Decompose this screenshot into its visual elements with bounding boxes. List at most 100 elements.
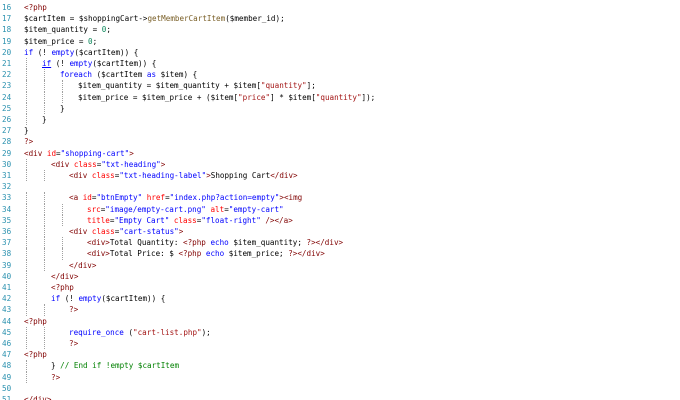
code-line[interactable]: 35 title="Empty Cart" class="float-right"… — [0, 214, 680, 226]
code-line[interactable]: 22 foreach ($cartItem as $item) { — [0, 69, 680, 81]
code-token: "price" — [238, 92, 271, 102]
code-line[interactable]: 48} // End if !empty $cartItem — [0, 360, 680, 372]
indent-guide — [26, 304, 27, 316]
code-line[interactable]: 45 require_once ("cart-list.php"); — [0, 326, 680, 338]
code-token: href — [146, 193, 166, 203]
code-token: = — [142, 81, 156, 91]
line-number: 33 — [2, 193, 12, 203]
code-line[interactable]: 33 <a id="btnEmpty" href="index.php?actio… — [0, 192, 680, 204]
code-text: <div class="cart-status"> — [69, 226, 183, 237]
code-token: <div — [69, 171, 88, 180]
code-line[interactable]: 31 <div class="txt-heading-label">Shoppin… — [0, 170, 680, 182]
code-line[interactable]: 17 $cartItem = $shoppingCart->getMemberCa… — [0, 13, 680, 24]
code-token: <div — [51, 159, 70, 169]
code-token: title — [87, 215, 110, 225]
code-line[interactable]: 24 $item_price = $item_price + ($item["pr… — [0, 91, 680, 103]
code-token: src — [87, 204, 101, 214]
code-token: foreach — [60, 70, 93, 80]
code-token: require_once — [69, 327, 124, 337]
code-token: <?php — [24, 3, 47, 12]
code-token: <div> — [87, 238, 110, 248]
code-line[interactable]: 30 <div class="txt-heading"> — [0, 158, 680, 170]
code-text: $item_price = 0; — [24, 36, 97, 47]
code-line[interactable]: 34 src="image/empty-cart.png" alt="empty-… — [0, 203, 680, 215]
code-line[interactable]: 47 <?php — [0, 349, 680, 360]
indent-guide — [26, 80, 27, 92]
code-token: "quantity" — [315, 92, 362, 102]
line-number: 39 — [2, 260, 12, 270]
code-token: <?php — [178, 249, 202, 259]
code-line[interactable]: 32 — [0, 181, 680, 192]
code-line[interactable]: 38 <div>Total Price: $ <?php echo $item_p… — [0, 248, 680, 260]
code-line[interactable]: 42 if (! empty($cartItem)) { — [0, 293, 680, 305]
code-token: if — [51, 294, 61, 304]
code-token: /></a> — [265, 215, 293, 225]
code-token: "image/empty-cart.png" — [105, 204, 206, 214]
line-number: 32 — [2, 182, 12, 192]
indent-guide — [26, 259, 27, 271]
code-line[interactable]: 21 if (! empty($cartItem)) { — [0, 58, 680, 70]
line-number: 16 — [2, 3, 12, 12]
code-token: "index.php?action=empty" — [169, 193, 280, 203]
code-line[interactable]: 36 <div class="cart-status"> — [0, 226, 680, 238]
code-text: } — [24, 125, 29, 136]
line-number: 43 — [2, 305, 12, 315]
code-line[interactable]: 39 </div> — [0, 259, 680, 271]
code-token: } — [60, 103, 65, 113]
code-line[interactable]: 26} — [0, 114, 680, 126]
code-token: "Empty Cart" — [114, 215, 170, 225]
code-line[interactable]: 19 $item_price = 0; — [0, 36, 680, 47]
code-line[interactable]: 37 <div>Total Quantity: <?php echo $item_… — [0, 237, 680, 249]
code-line[interactable]: 28 ?> — [0, 136, 680, 147]
code-editor[interactable]: 16 <?php 17 $cartItem = $shoppingCart->getM… — [0, 0, 680, 400]
code-token: Shopping Cart — [210, 171, 271, 180]
indent-guide — [44, 326, 45, 338]
code-token: "txt-heading-label" — [119, 171, 207, 180]
code-text: if (! empty($cartItem)) { — [42, 58, 156, 69]
code-token: class — [91, 171, 115, 180]
code-line[interactable]: 50 — [0, 383, 680, 394]
code-token: getMemberCartItem — [147, 14, 226, 24]
code-line[interactable]: 25} — [0, 102, 680, 114]
code-line[interactable]: 49 ?> — [0, 371, 680, 383]
code-token: "quantity" — [260, 81, 307, 91]
code-token: $cartItem — [96, 59, 139, 68]
code-line[interactable]: 23 $item_quantity = $item_quantity + $ite… — [0, 80, 680, 92]
code-text: src="image/empty-cart.png" alt="empty-ca… — [87, 204, 284, 215]
code-line[interactable]: 40 </div> — [0, 270, 680, 282]
indent-guide — [26, 192, 27, 204]
code-line[interactable]: 46 ?> — [0, 338, 680, 350]
code-line[interactable]: 41 <?php — [0, 282, 680, 294]
code-token: <?php — [51, 283, 74, 292]
indent-guide — [26, 338, 27, 350]
code-token: ?> — [69, 305, 79, 315]
code-line[interactable]: 27} — [0, 125, 680, 136]
code-token: ; — [297, 238, 307, 248]
code-text: } // End if !empty $cartItem — [51, 360, 179, 371]
code-line[interactable]: 29 <div id="shopping-cart"> — [0, 148, 680, 159]
line-number: 49 — [2, 372, 12, 382]
code-text: $item_quantity = 0; — [24, 24, 111, 35]
code-line[interactable]: 44 <?php — [0, 316, 680, 327]
code-token: $item_quantity — [233, 238, 298, 248]
code-line[interactable]: 18 $item_quantity = 0; — [0, 24, 680, 35]
code-text: $item_quantity = $item_quantity + $item[… — [78, 80, 316, 91]
code-text: <?php — [24, 316, 47, 327]
indent-guide — [26, 158, 27, 170]
code-line[interactable]: 43 ?> — [0, 304, 680, 316]
code-token: <?php — [24, 350, 47, 360]
code-line[interactable]: 51 </div> — [0, 394, 680, 400]
code-line[interactable]: 16 <?php — [0, 2, 680, 13]
code-token: Total Quantity: — [109, 238, 184, 248]
code-token: "float-right" — [201, 215, 261, 225]
code-text: ?> — [51, 372, 60, 383]
line-number: 18 — [2, 25, 12, 35]
line-number: 25 — [2, 103, 12, 113]
code-token: )) { — [120, 47, 139, 57]
code-text: <a id="btnEmpty" href="index.php?action=… — [69, 192, 302, 203]
code-token: $cartItem — [78, 47, 121, 57]
code-line[interactable]: 20 if (! empty($cartItem)) { — [0, 47, 680, 58]
code-text: title="Empty Cart" class="float-right" /… — [87, 215, 293, 226]
indent-guide — [26, 326, 27, 338]
indent-guide — [44, 226, 45, 238]
